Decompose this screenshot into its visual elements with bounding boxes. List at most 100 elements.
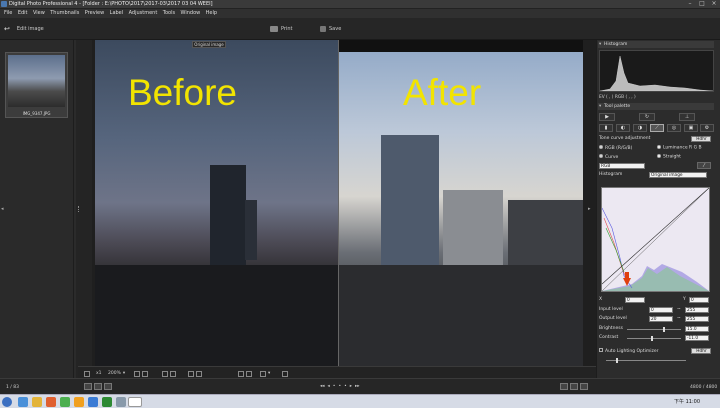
info-button[interactable]: ▾ bbox=[260, 370, 270, 377]
maximize-icon[interactable]: □ bbox=[696, 0, 708, 8]
tab-detail-icon[interactable]: ◎ bbox=[667, 124, 681, 132]
layout-single-icon[interactable] bbox=[104, 383, 112, 390]
split-view-button[interactable] bbox=[162, 370, 176, 377]
os-taskbar: 下午 11:00 bbox=[0, 394, 720, 408]
compare-icon[interactable] bbox=[570, 383, 578, 390]
layout-buttons bbox=[84, 383, 112, 390]
channel-select[interactable]: RGB bbox=[599, 163, 645, 169]
mode-luminance-radio[interactable]: Luminance R G B bbox=[657, 145, 702, 151]
y-input[interactable]: 0 bbox=[689, 297, 709, 303]
alo-slider[interactable] bbox=[606, 358, 686, 363]
histogram-header[interactable]: Histogram bbox=[598, 41, 714, 48]
menu-label[interactable]: Label bbox=[110, 10, 124, 16]
fullscreen-icon[interactable] bbox=[580, 383, 588, 390]
radio-icon bbox=[657, 154, 661, 158]
output-level-min[interactable]: 20 bbox=[649, 316, 673, 322]
tone-curve-reset-button[interactable]: Hdhr bbox=[691, 136, 711, 142]
y-label: Y bbox=[683, 297, 686, 302]
menu-view[interactable]: View bbox=[33, 10, 45, 16]
menu-edit[interactable]: Edit bbox=[18, 10, 28, 16]
contrast-slider[interactable] bbox=[627, 336, 681, 341]
grid-button[interactable] bbox=[134, 370, 148, 377]
x-input[interactable]: 0 bbox=[625, 297, 645, 303]
layout-list-icon[interactable] bbox=[94, 383, 102, 390]
alo-checkbox[interactable]: Auto Lighting Optimizer bbox=[599, 348, 659, 354]
highlight-button[interactable] bbox=[238, 370, 252, 377]
next-icon[interactable]: ▸ bbox=[350, 384, 352, 389]
toolbar: ↩ Edit image Print Save bbox=[0, 18, 720, 40]
menu-help[interactable]: Help bbox=[206, 10, 217, 16]
input-level-min[interactable]: 0 bbox=[649, 307, 673, 313]
app-icon[interactable] bbox=[88, 397, 98, 407]
fit-window-button[interactable] bbox=[84, 370, 90, 377]
curve-type-row: Curve Straight bbox=[599, 154, 714, 161]
edit-image-button[interactable]: ↩ Edit image bbox=[4, 24, 44, 34]
first-icon[interactable]: ◂◂ bbox=[320, 384, 325, 389]
curve-radio[interactable]: Curve bbox=[599, 154, 618, 160]
af-point-button[interactable] bbox=[188, 370, 202, 377]
alo-knob[interactable] bbox=[616, 358, 618, 363]
after-overhang bbox=[338, 40, 583, 52]
line-icon[interactable] bbox=[102, 397, 112, 407]
prev-icon[interactable]: ◂ bbox=[328, 384, 330, 389]
menu-adjustment[interactable]: Adjustment bbox=[129, 10, 158, 16]
mode-rgb-radio[interactable]: RGB (R/G/B) bbox=[599, 145, 632, 151]
folder-icon[interactable] bbox=[32, 397, 42, 407]
close-icon[interactable]: × bbox=[708, 0, 720, 8]
tab-raw-icon[interactable]: ▮ bbox=[599, 124, 613, 132]
contrast-input[interactable]: -11.0 bbox=[685, 335, 709, 341]
tab-lens-icon[interactable]: ▣ bbox=[684, 124, 698, 132]
after-right-building bbox=[508, 200, 583, 275]
print-button[interactable]: Print bbox=[270, 24, 293, 34]
fit-icon[interactable] bbox=[560, 383, 568, 390]
chrome-icon[interactable] bbox=[74, 397, 84, 407]
tone-curve-graph[interactable] bbox=[601, 187, 710, 292]
save-button[interactable]: Save bbox=[320, 24, 341, 34]
app-icon[interactable] bbox=[60, 397, 70, 407]
ie-icon[interactable] bbox=[18, 397, 28, 407]
media-icon[interactable] bbox=[46, 397, 56, 407]
straight-radio[interactable]: Straight bbox=[657, 154, 681, 160]
output-level-max[interactable]: 255 bbox=[685, 316, 709, 322]
after-tower bbox=[381, 135, 439, 275]
brightness-knob[interactable] bbox=[663, 327, 665, 332]
panel-splitter[interactable] bbox=[76, 40, 92, 378]
tab-light-icon[interactable]: ◐ bbox=[616, 124, 630, 132]
tab-tone-curve-icon[interactable]: ⟋ bbox=[650, 124, 664, 132]
menu-file[interactable]: File bbox=[4, 10, 12, 16]
crop-icon[interactable]: ↻ bbox=[639, 113, 655, 121]
brightness-slider[interactable] bbox=[627, 327, 681, 332]
contrast-knob[interactable] bbox=[651, 336, 653, 341]
collapse-left-icon[interactable]: ◂ bbox=[1, 206, 4, 212]
tab-color-icon[interactable]: ◑ bbox=[633, 124, 647, 132]
collapse-right-icon[interactable]: ▸ bbox=[588, 206, 591, 212]
eyedropper-icon[interactable]: ⁄ bbox=[697, 162, 711, 169]
one-to-one-button[interactable]: x1 bbox=[96, 370, 102, 377]
input-level-max[interactable]: 255 bbox=[685, 307, 709, 313]
view-mode-button[interactable] bbox=[282, 370, 288, 377]
tool-palette-header[interactable]: Tool palette bbox=[598, 103, 714, 110]
output-icon[interactable]: ⊥ bbox=[679, 113, 695, 121]
tab-settings-icon[interactable]: ⚙ bbox=[700, 124, 714, 132]
before-after-divider[interactable] bbox=[338, 40, 339, 366]
menu-tools[interactable]: Tools bbox=[163, 10, 175, 16]
menu-preview[interactable]: Preview bbox=[85, 10, 104, 16]
minimize-icon[interactable]: – bbox=[684, 0, 696, 8]
dpp-task-icon[interactable] bbox=[128, 397, 142, 407]
thumbnail-image bbox=[8, 55, 65, 107]
menu-window[interactable]: Window bbox=[181, 10, 201, 16]
view-mode-icon bbox=[282, 370, 288, 377]
last-icon[interactable]: ▸▸ bbox=[355, 384, 360, 389]
basic-adjust-icon[interactable]: ▶ bbox=[599, 113, 615, 121]
histogram-source-select[interactable]: Original image bbox=[649, 172, 707, 178]
start-icon[interactable] bbox=[2, 397, 12, 407]
alo-reset-button[interactable]: Hdhr bbox=[691, 348, 711, 354]
grid-overlay-icon bbox=[196, 370, 202, 377]
brightness-input[interactable]: 15.0 bbox=[685, 326, 709, 332]
layout-grid-icon[interactable] bbox=[84, 383, 92, 390]
thumbnail-item[interactable]: IMG_9347.JPG bbox=[5, 52, 68, 118]
tool-tab-row: ▶ ↻ ⊥ ▮ ◐ ◑ ⟋ ◎ ▣ ⚙ bbox=[599, 113, 714, 133]
zoom-select[interactable]: 200% ▾ bbox=[108, 370, 125, 377]
menu-thumbnails[interactable]: Thumbnails bbox=[50, 10, 79, 16]
app-icon[interactable] bbox=[116, 397, 126, 407]
